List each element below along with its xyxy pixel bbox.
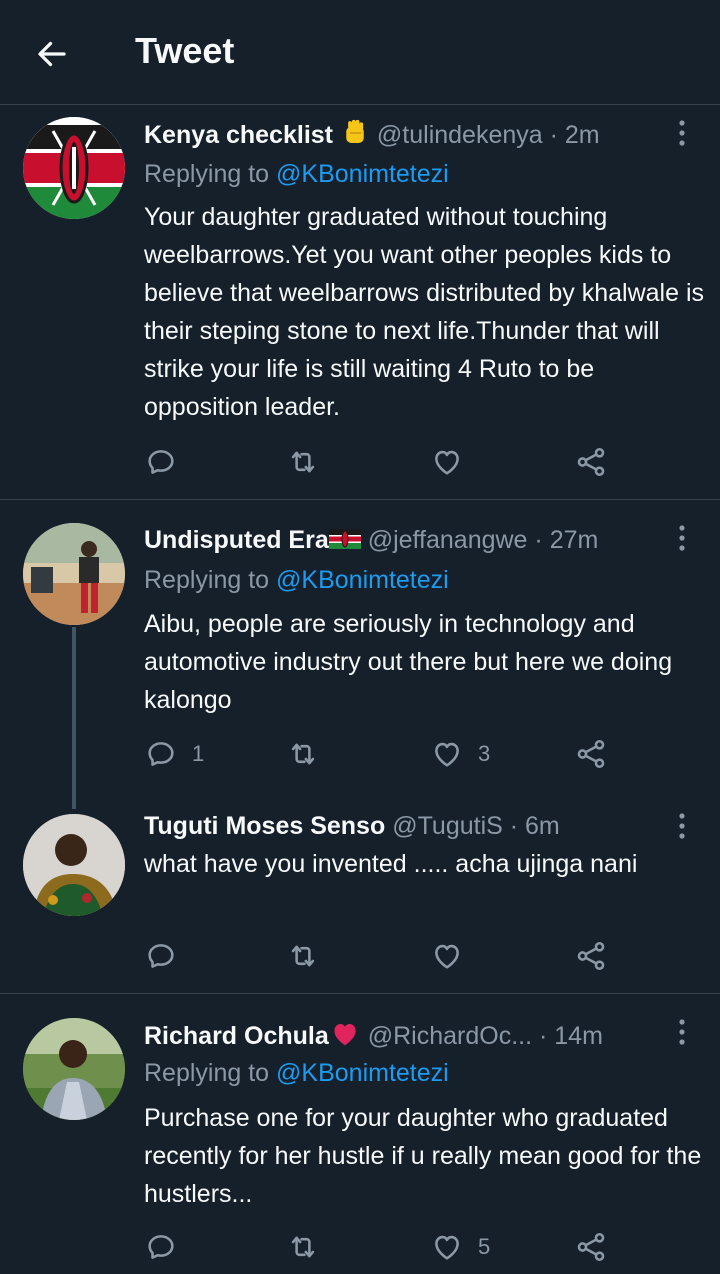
reply-icon: [144, 939, 178, 973]
share-icon: [574, 737, 608, 771]
retweet-button[interactable]: [286, 444, 320, 480]
retweet-icon: [286, 445, 320, 479]
avatar-photo: [23, 814, 125, 916]
replying-to-link[interactable]: @KBonimtetezi: [276, 160, 449, 188]
raised-fist-emoji: [340, 118, 370, 155]
tweet-text: Purchase one for your daughter who gradu…: [144, 1104, 702, 1208]
reply-button[interactable]: [144, 444, 192, 480]
avatar-photo: [23, 523, 125, 625]
reply-button[interactable]: [144, 1229, 192, 1265]
more-icon[interactable]: [672, 811, 692, 841]
tweet-actions: [144, 938, 644, 974]
avatar[interactable]: [23, 117, 125, 219]
retweet-button[interactable]: [286, 736, 320, 772]
display-name[interactable]: Richard Ochula: [144, 1022, 329, 1050]
timestamp: · 27m: [534, 526, 599, 554]
more-icon[interactable]: [672, 1017, 692, 1047]
tweet-text: Your daughter graduated without touching…: [144, 203, 705, 421]
replying-to-label: Replying to: [144, 160, 277, 188]
like-button[interactable]: [430, 444, 478, 480]
reply-icon: [144, 737, 178, 771]
tweet[interactable]: Undisputed Era @jeffanangwe · 27m Replyi…: [0, 501, 720, 809]
replying-to-link[interactable]: @KBonimtetezi: [276, 1059, 449, 1087]
tweet-actions: [144, 444, 644, 480]
page-title: Tweet: [135, 30, 235, 71]
timestamp: · 6m: [509, 812, 560, 840]
timestamp: · 14m: [538, 1022, 603, 1051]
share-icon: [574, 1230, 608, 1264]
display-name[interactable]: Kenya checklist: [144, 121, 333, 149]
share-button[interactable]: [574, 444, 608, 480]
tweet-text: what have you invented ..... acha ujinga…: [144, 850, 638, 878]
reply-icon: [144, 445, 178, 479]
like-count: 5: [478, 1234, 491, 1259]
replying-to-label: Replying to: [144, 566, 277, 594]
display-name[interactable]: Undisputed Era: [144, 526, 329, 554]
replying-to-label: Replying to: [144, 1059, 277, 1087]
more-icon[interactable]: [672, 523, 692, 553]
like-icon: [430, 939, 464, 973]
avatar[interactable]: [23, 523, 125, 625]
share-button[interactable]: [574, 1229, 608, 1265]
handle[interactable]: @tulindekenya: [377, 121, 543, 149]
replying-to-link[interactable]: @KBonimtetezi: [276, 566, 449, 594]
timestamp: · 2m: [549, 121, 600, 150]
retweet-icon: [286, 1230, 320, 1264]
avatar[interactable]: [23, 1018, 125, 1120]
tweet[interactable]: Kenya checklist @tulindekenya · 2m Reply…: [0, 106, 720, 500]
reply-count: 1: [192, 741, 205, 766]
like-icon: [430, 1230, 464, 1264]
like-button[interactable]: [430, 938, 478, 974]
more-icon[interactable]: [672, 118, 692, 148]
display-name[interactable]: Tuguti Moses Senso: [144, 812, 385, 840]
like-icon: [430, 445, 464, 479]
top-bar: Tweet: [0, 0, 720, 105]
tweet-actions: 5: [144, 1229, 644, 1265]
like-icon: [430, 737, 464, 771]
kenya-flag-emoji: [328, 526, 361, 556]
handle[interactable]: @TugutiS: [392, 812, 503, 840]
tweet-actions: 1 3: [144, 736, 644, 772]
replying-to: Replying to @KBonimtetezi: [144, 1058, 449, 1088]
retweet-icon: [286, 939, 320, 973]
tweet-header: Undisputed Era @jeffanangwe · 27m: [144, 525, 598, 556]
share-icon: [574, 939, 608, 973]
reply-button[interactable]: [144, 938, 192, 974]
kenya-flag-avatar-image: [23, 117, 125, 219]
tweet-header: Richard Ochula @RichardOc... · 14m: [144, 1019, 603, 1056]
share-icon: [574, 445, 608, 479]
handle[interactable]: @RichardOc...: [368, 1022, 532, 1050]
retweet-icon: [286, 737, 320, 771]
thread-line: [72, 627, 76, 809]
tweet-header: Kenya checklist @tulindekenya · 2m: [144, 118, 600, 155]
reply-icon: [144, 1230, 178, 1264]
like-count: 3: [478, 741, 491, 766]
share-button[interactable]: [574, 736, 608, 772]
retweet-button[interactable]: [286, 1229, 320, 1265]
tweet[interactable]: Tuguti Moses Senso @TugutiS · 6m what ha…: [0, 801, 720, 994]
like-button[interactable]: 3: [430, 736, 490, 772]
replying-to: Replying to @KBonimtetezi: [144, 565, 449, 595]
handle[interactable]: @jeffanangwe: [368, 526, 528, 554]
back-arrow-icon[interactable]: [34, 36, 70, 72]
share-button[interactable]: [574, 938, 608, 974]
like-button[interactable]: 5: [430, 1229, 490, 1265]
avatar-photo: [23, 1018, 125, 1120]
avatar[interactable]: [23, 814, 125, 916]
heart-emoji: [329, 1019, 361, 1056]
tweet-header: Tuguti Moses Senso @TugutiS · 6m: [144, 811, 560, 841]
replying-to: Replying to @KBonimtetezi: [144, 159, 449, 189]
reply-button[interactable]: 1: [144, 736, 204, 772]
tweet-text: Aibu, people are seriously in technology…: [144, 610, 673, 714]
tweet[interactable]: Richard Ochula @RichardOc... · 14m Reply…: [0, 995, 720, 1274]
retweet-button[interactable]: [286, 938, 320, 974]
